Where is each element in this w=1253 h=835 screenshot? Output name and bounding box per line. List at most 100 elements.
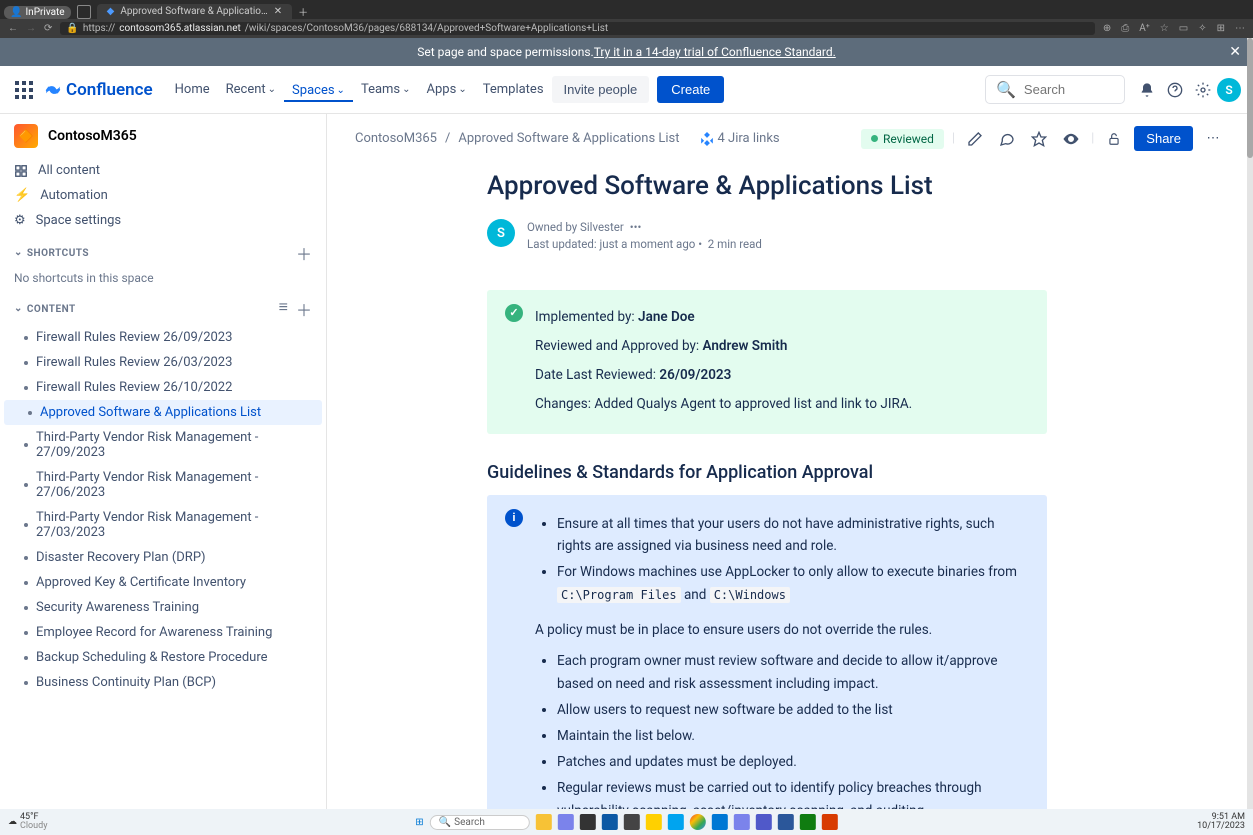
menu-icon[interactable]: ⋯ [1235,23,1245,34]
chevron-down-icon[interactable] [14,304,23,315]
edge-icon[interactable] [602,814,618,830]
breadcrumb-space[interactable]: ContosoM365 [355,131,437,146]
scrollbar-thumb[interactable] [1247,38,1253,158]
app-icon[interactable] [712,814,728,830]
trial-link[interactable]: Try it in a 14-day trial of Confluence S… [594,45,836,59]
profile-avatar[interactable]: S [1217,78,1241,102]
search-box[interactable]: 🔍 [985,75,1125,104]
notifications-icon[interactable] [1135,78,1159,102]
browser-chrome: 👤InPrivate ◆ Approved Software & Applica… [0,0,1253,38]
jira-links[interactable]: 4 Jira links [700,131,780,146]
guidelines-heading: Guidelines & Standards for Application A… [487,462,1047,483]
read-icon[interactable]: ⎙ [1121,23,1129,34]
chrome-icon[interactable] [690,814,706,830]
tree-item[interactable]: Disaster Recovery Plan (DRP) [0,545,326,570]
nav-templates[interactable]: Templates [475,78,552,101]
bolt-icon: ⚡ [14,188,30,203]
page-title: Approved Software & Applications List [487,171,1047,201]
browser-tab[interactable]: ◆ Approved Software & Applicatio… ✕ [97,4,292,19]
voice-icon[interactable]: A⁺ [1139,23,1150,34]
add-page-icon[interactable]: ＋ [296,297,312,321]
create-button[interactable]: Create [657,76,724,103]
status-lozenge[interactable]: Reviewed [861,129,944,149]
tree-item[interactable]: Employee Record for Awareness Training [0,620,326,645]
breadcrumb: ContosoM365 / Approved Software & Applic… [327,114,1253,163]
tree-item[interactable]: Business Continuity Plan (BCP) [0,670,326,695]
tree-item[interactable]: Firewall Rules Review 26/09/2023 [0,325,326,350]
more-actions-icon[interactable]: ⋯ [1201,127,1225,151]
app-icon[interactable] [734,814,750,830]
comments-icon[interactable] [995,127,1019,151]
watch-icon[interactable] [1059,127,1083,151]
nav-home[interactable]: Home [167,78,218,101]
tree-item[interactable]: Third-Party Vendor Risk Management - 27/… [0,425,326,465]
tree-item[interactable]: Backup Scheduling & Restore Procedure [0,645,326,670]
confluence-logo[interactable]: Confluence [44,80,153,100]
tree-item[interactable]: Approved Key & Certificate Inventory [0,570,326,595]
star-icon[interactable] [1027,127,1051,151]
nav-spaces[interactable]: Spaces [284,79,353,102]
search-icon: 🔍 [996,80,1016,99]
nav-recent[interactable]: Recent [218,78,284,101]
zoom-icon[interactable]: ⊕ [1103,23,1111,34]
collections-icon[interactable]: ▭ [1179,23,1188,34]
banner-close-icon[interactable]: ✕ [1229,44,1241,60]
help-icon[interactable] [1163,78,1187,102]
fav-icon[interactable]: ☆ [1160,23,1169,34]
byline-text: Owned by Silvester••• Last updated: just… [527,219,762,254]
owner-avatar[interactable]: S [487,219,515,247]
nav-apps[interactable]: Apps [419,78,475,101]
gear-icon: ⚙ [14,213,26,228]
nav-teams[interactable]: Teams [353,78,419,101]
add-shortcut-icon[interactable]: ＋ [296,241,312,265]
tree-item[interactable]: Firewall Rules Review 26/10/2022 [0,375,326,400]
weather-widget[interactable]: ☁ 45°FCloudy [8,813,47,831]
filter-icon[interactable]: ≡ [279,297,288,321]
tree-item[interactable]: Firewall Rules Review 26/03/2023 [0,350,326,375]
invite-button[interactable]: Invite people [552,76,650,103]
all-content-link[interactable]: All content [0,158,326,183]
app-icon[interactable] [668,814,684,830]
automation-link[interactable]: ⚡Automation [0,183,326,208]
refresh-button[interactable]: ⟳ [44,23,52,34]
new-window-icon[interactable] [77,5,91,19]
tree-item[interactable]: Security Awareness Training [0,595,326,620]
tab-close-icon[interactable]: ✕ [274,6,282,17]
tree-item[interactable]: Third-Party Vendor Risk Management - 27/… [0,465,326,505]
space-name[interactable]: ContosoM365 [48,128,137,144]
share-button[interactable]: Share [1134,126,1193,151]
explorer-icon[interactable] [536,814,552,830]
start-icon[interactable]: ⊞ [415,817,423,828]
app-icon[interactable] [646,814,662,830]
new-tab-button[interactable]: ＋ [298,4,308,19]
edit-icon[interactable] [963,127,987,151]
restrictions-icon[interactable] [1102,127,1126,151]
tree-item[interactable]: Third-Party Vendor Risk Management - 27/… [0,505,326,545]
breadcrumb-page[interactable]: Approved Software & Applications List [458,131,679,146]
ext-icon[interactable]: ⊞ [1217,23,1225,34]
scrollbar[interactable] [1247,38,1253,809]
sync-icon[interactable]: ✧ [1198,23,1206,34]
system-tray[interactable]: 9:51 AM 10/17/2023 [1197,813,1245,831]
list-item: Regular reviews must be carried out to i… [557,777,1029,809]
terminal-icon[interactable] [580,814,596,830]
lock-icon: 🔒 [66,23,78,34]
search-input[interactable] [1022,81,1122,98]
settings-icon[interactable] [1191,78,1215,102]
app-icon[interactable] [756,814,772,830]
taskbar-search[interactable]: 🔍 Search [430,815,530,830]
app-icon[interactable] [822,814,838,830]
top-nav: Confluence HomeRecentSpacesTeamsAppsTemp… [0,66,1253,114]
windows-taskbar: ☁ 45°FCloudy ⊞ 🔍 Search 9:51 AM 10/17/20… [0,809,1253,835]
app-icon[interactable] [624,814,640,830]
app-icon[interactable] [800,814,816,830]
teams-icon[interactable] [558,814,574,830]
back-button[interactable]: ← [8,23,18,34]
owner-actions-icon[interactable]: ••• [630,220,642,234]
word-icon[interactable] [778,814,794,830]
address-bar[interactable]: 🔒 https://contosom365.atlassian.net/wiki… [60,22,1094,35]
tree-item[interactable]: Approved Software & Applications List [4,400,322,425]
chevron-down-icon[interactable] [14,248,23,259]
app-switcher-icon[interactable] [12,78,36,102]
space-settings-link[interactable]: ⚙Space settings [0,208,326,233]
